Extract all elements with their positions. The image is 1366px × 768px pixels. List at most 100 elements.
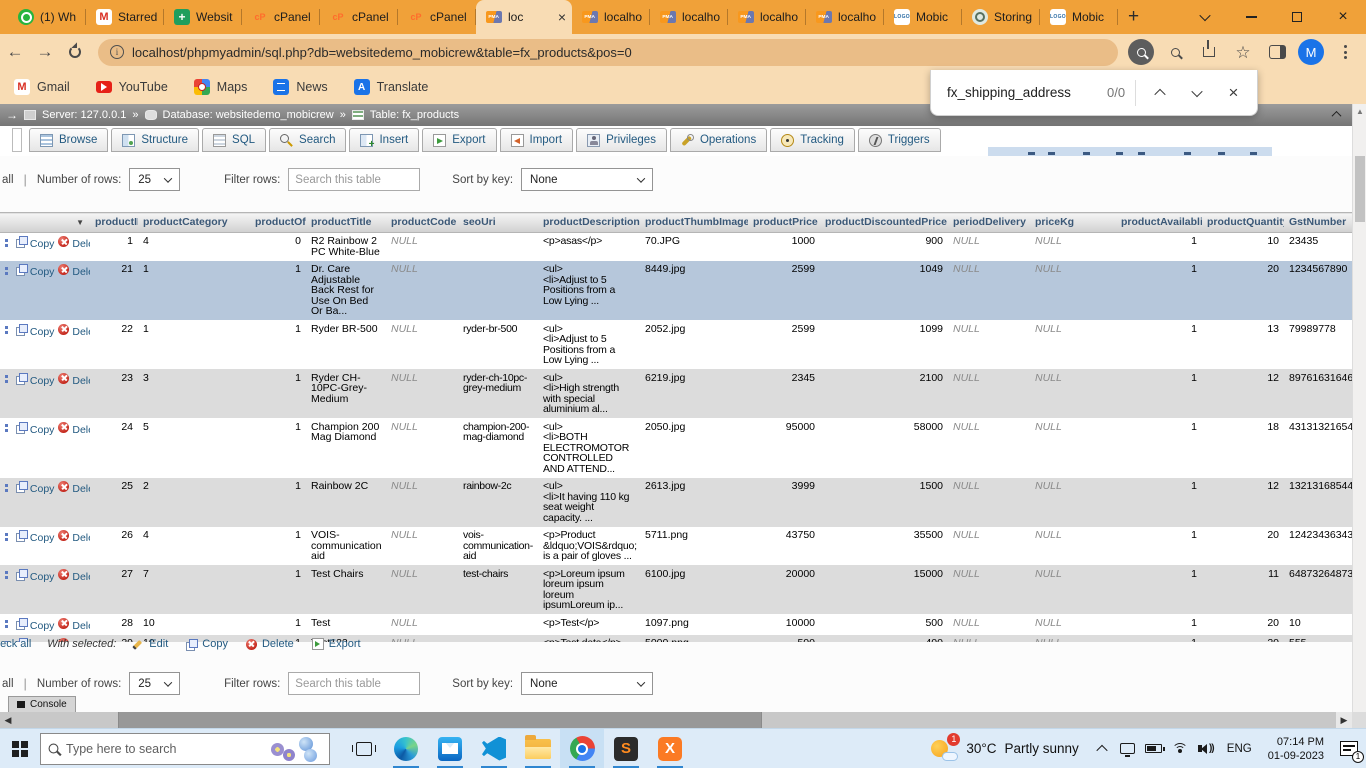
zoom-button[interactable] bbox=[1160, 37, 1190, 67]
pma-tab-privileges[interactable]: Privileges bbox=[576, 128, 667, 152]
edit-link-fragment[interactable] bbox=[5, 266, 12, 276]
start-button[interactable] bbox=[0, 729, 40, 768]
browser-tab[interactable]: localho bbox=[728, 0, 806, 34]
scrollbar-left-arrow[interactable]: ◀ bbox=[0, 712, 16, 728]
pma-tab-triggers[interactable]: Triggers bbox=[858, 128, 941, 152]
column-header-productQuantity[interactable]: productQuantity bbox=[1202, 213, 1284, 233]
pma-tab-import[interactable]: Import bbox=[500, 128, 574, 152]
vertical-scroll-thumb[interactable] bbox=[1355, 156, 1365, 222]
site-info-icon[interactable]: i bbox=[110, 45, 124, 59]
side-panel-button[interactable] bbox=[1262, 37, 1292, 67]
browser-tab[interactable]: Mobic bbox=[1040, 0, 1118, 34]
column-header-productTitle[interactable]: productTitle bbox=[306, 213, 386, 233]
copy-row-link[interactable]: Copy bbox=[16, 530, 54, 544]
pma-tab-tracking[interactable]: Tracking bbox=[770, 128, 855, 152]
find-next-button[interactable] bbox=[1183, 79, 1210, 107]
column-header-priceKg[interactable]: priceKg bbox=[1030, 213, 1116, 233]
weather-widget[interactable]: 1 30°C Partly sunny bbox=[921, 736, 1088, 762]
copy-row-link[interactable]: Copy bbox=[16, 324, 54, 338]
filter-input[interactable] bbox=[288, 672, 420, 695]
forward-button[interactable]: → bbox=[30, 37, 60, 67]
maximize-button[interactable] bbox=[1274, 0, 1320, 34]
bookmark-star-button[interactable]: ☆ bbox=[1228, 37, 1258, 67]
tray-cast-button[interactable] bbox=[1115, 729, 1141, 768]
tray-volume-button[interactable]: )) bbox=[1193, 729, 1219, 768]
back-button[interactable]: ← bbox=[0, 37, 30, 67]
export-selected-link[interactable]: Export bbox=[312, 638, 361, 650]
scrollbar-up-arrow[interactable]: ▲ bbox=[1353, 107, 1366, 116]
delete-row-link[interactable]: Delete bbox=[58, 422, 90, 436]
column-header-productCode[interactable]: productCode bbox=[386, 213, 458, 233]
delete-row-link[interactable]: Delete bbox=[58, 618, 90, 632]
show-all-label[interactable]: all bbox=[2, 678, 14, 690]
sort-caret-icon[interactable]: ▼ bbox=[76, 218, 84, 229]
reload-button[interactable] bbox=[60, 37, 90, 67]
tab-search-chevron[interactable] bbox=[1182, 0, 1228, 34]
scroll-to-top-button[interactable] bbox=[1328, 107, 1344, 121]
minimize-button[interactable] bbox=[1228, 0, 1274, 34]
share-button[interactable] bbox=[1194, 37, 1224, 67]
taskbar-app-mail[interactable] bbox=[428, 729, 472, 768]
language-indicator[interactable]: ENG bbox=[1219, 743, 1260, 755]
taskbar-clock[interactable]: 07:14 PM 01-09-2023 bbox=[1260, 735, 1332, 763]
copy-row-link[interactable]: Copy bbox=[16, 618, 54, 632]
delete-row-link[interactable]: Delete bbox=[58, 569, 90, 583]
nav-panel-arrow-icon[interactable]: → bbox=[6, 108, 18, 122]
taskbar-app-chrome[interactable] bbox=[560, 729, 604, 768]
check-all-link[interactable]: heck all bbox=[0, 638, 31, 650]
find-close-button[interactable]: × bbox=[1220, 79, 1247, 107]
edit-link-fragment[interactable] bbox=[5, 532, 12, 542]
browser-tab[interactable]: cPanel bbox=[320, 0, 398, 34]
delete-row-link[interactable]: Delete bbox=[58, 236, 90, 250]
copy-row-link[interactable]: Copy bbox=[16, 481, 54, 495]
pma-tab-browse[interactable]: Browse bbox=[29, 128, 108, 152]
copy-row-link[interactable]: Copy bbox=[16, 264, 54, 278]
pma-tab-sql[interactable]: SQL bbox=[202, 128, 266, 152]
action-center-button[interactable]: 1 bbox=[1332, 729, 1366, 768]
close-button[interactable]: × bbox=[1320, 0, 1366, 34]
column-header-productAvailablity[interactable]: productAvailablity bbox=[1116, 213, 1202, 233]
filter-input[interactable] bbox=[288, 168, 420, 191]
browser-tab[interactable]: Mobic bbox=[884, 0, 962, 34]
taskbar-app-explorer[interactable] bbox=[516, 729, 560, 768]
browser-tab[interactable]: Starred bbox=[86, 0, 164, 34]
tray-battery-button[interactable] bbox=[1141, 729, 1167, 768]
edit-link-fragment[interactable] bbox=[5, 238, 12, 248]
tray-expand-button[interactable] bbox=[1089, 729, 1115, 768]
pma-tab-operations[interactable]: Operations bbox=[670, 128, 767, 152]
taskbar-app-vscode[interactable] bbox=[472, 729, 516, 768]
delete-row-link[interactable]: Delete bbox=[58, 264, 90, 278]
browser-tab[interactable]: Storing bbox=[962, 0, 1040, 34]
profile-button[interactable]: M bbox=[1296, 37, 1326, 67]
edit-link-fragment[interactable] bbox=[5, 325, 12, 335]
tab-close-icon[interactable]: × bbox=[558, 9, 566, 25]
pma-tab-export[interactable]: Export bbox=[422, 128, 496, 152]
browser-tab[interactable]: cPanel bbox=[398, 0, 476, 34]
edit-link-fragment[interactable] bbox=[5, 374, 12, 384]
column-header-productOffer[interactable]: productOffer bbox=[250, 213, 306, 233]
browser-menu-button[interactable] bbox=[1330, 37, 1360, 67]
show-all-label[interactable]: all bbox=[2, 174, 14, 186]
column-header-GstNumber[interactable]: GstNumber bbox=[1284, 213, 1352, 233]
find-previous-button[interactable] bbox=[1146, 79, 1173, 107]
copy-row-link[interactable]: Copy bbox=[16, 569, 54, 583]
delete-row-link[interactable]: Delete bbox=[58, 530, 90, 544]
edit-link-fragment[interactable] bbox=[5, 570, 12, 580]
column-header-productID[interactable]: productID bbox=[90, 213, 138, 233]
browser-tab[interactable]: localho bbox=[806, 0, 884, 34]
delete-selected-link[interactable]: Delete bbox=[246, 638, 294, 650]
edit-selected-link[interactable]: Edit bbox=[132, 638, 168, 650]
column-header-periodDelivery[interactable]: periodDelivery bbox=[948, 213, 1030, 233]
taskbar-app-xampp[interactable]: X bbox=[648, 729, 692, 768]
pma-tab-search[interactable]: Search bbox=[269, 128, 346, 152]
browser-tab[interactable]: cPanel bbox=[242, 0, 320, 34]
vertical-scrollbar[interactable]: ▲ bbox=[1352, 104, 1366, 712]
bookmark-item[interactable]: YouTube bbox=[96, 80, 168, 94]
copy-row-link[interactable]: Copy bbox=[16, 373, 54, 387]
copy-row-link[interactable]: Copy bbox=[16, 236, 54, 250]
column-header-productPrice[interactable]: productPrice bbox=[748, 213, 820, 233]
column-header-productDescription[interactable]: productDescription bbox=[538, 213, 640, 233]
sort-select[interactable]: None bbox=[521, 672, 653, 695]
scrollbar-right-arrow[interactable]: ▶ bbox=[1336, 712, 1352, 728]
delete-row-link[interactable]: Delete bbox=[58, 324, 90, 338]
